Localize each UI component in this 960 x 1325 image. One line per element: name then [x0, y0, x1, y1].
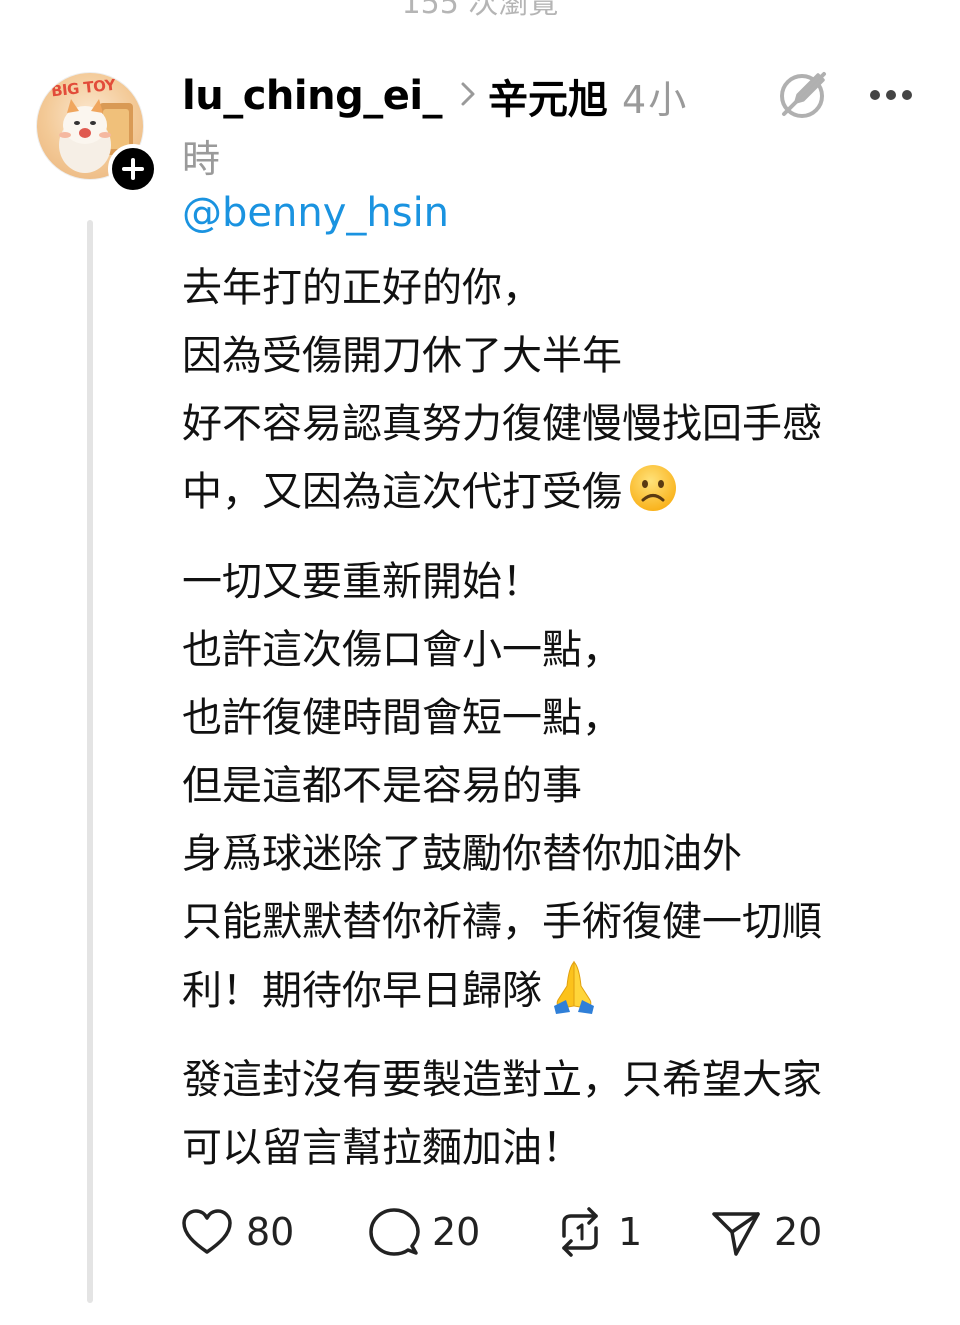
- text-line: 利！期待你早日歸隊: [182, 968, 542, 1014]
- reply-to-user-link[interactable]: 辛元旭: [488, 67, 608, 125]
- like-count: 80: [246, 1210, 295, 1254]
- timestamp-continued: 時: [182, 137, 221, 181]
- more-dots-icon[interactable]: [868, 80, 914, 110]
- comment-button[interactable]: 20: [368, 1200, 480, 1264]
- text-line: 好不容易認真努力復健慢慢找回手感: [182, 401, 822, 447]
- text-line: 可以留言幫拉麵加油！: [182, 1125, 582, 1171]
- text-line: 一切又要重新開始！: [182, 559, 542, 605]
- repost-count: 1: [618, 1210, 643, 1254]
- repost-button[interactable]: 1: [554, 1200, 642, 1264]
- repost-icon: [562, 1207, 598, 1257]
- comment-count: 20: [432, 1210, 481, 1254]
- thread-line: [87, 220, 93, 1303]
- text-line: 發這封沒有要製造對立，只希望大家: [182, 1057, 822, 1103]
- text-line-with-emoji: 利！期待你早日歸隊: [182, 956, 922, 1024]
- heart-icon: [182, 1209, 232, 1254]
- text-line: 去年打的正好的你，: [182, 265, 542, 311]
- mention-link[interactable]: @benny_hsin: [182, 190, 449, 236]
- post-header: lu_ching_ei_ 辛元旭 4小 時: [182, 66, 942, 186]
- username-link[interactable]: lu_ching_ei_: [182, 73, 443, 119]
- comment-bubble-icon: [369, 1208, 420, 1256]
- view-count-cut: 155 次瀏覽: [401, 0, 559, 21]
- header-row: lu_ching_ei_ 辛元旭 4小: [182, 66, 688, 126]
- like-button[interactable]: 80: [180, 1200, 294, 1264]
- paragraph-3: 發這封沒有要製造對立，只希望大家 可以留言幫拉麵加油！: [182, 1046, 922, 1182]
- text-line: 也許這次傷口會小一點，: [182, 627, 622, 673]
- plus-icon: [122, 158, 144, 180]
- text-line: 但是這都不是容易的事: [182, 763, 582, 809]
- follow-button[interactable]: [108, 144, 158, 194]
- paragraph-2: 一切又要重新開始！ 也許這次傷口會小一點， 也許復健時間會短一點， 但是這都不是…: [182, 548, 922, 1024]
- edit-disabled-icon[interactable]: [778, 68, 830, 120]
- share-count: 20: [774, 1210, 823, 1254]
- text-line: 因為受傷開刀休了大半年: [182, 333, 622, 379]
- text-line: 也許復健時間會短一點，: [182, 695, 622, 741]
- sad-face-emoji: [630, 465, 676, 511]
- thread-post-page: 155 次瀏覽 BIG TOY lu_ching_ei_ 辛元旭 4小 時 @b…: [0, 0, 960, 1325]
- post-body: 去年打的正好的你， 因為受傷開刀休了大半年 好不容易認真努力復健慢慢找回手感 中…: [182, 254, 922, 1182]
- send-icon: [712, 1212, 760, 1256]
- chevron-right-icon: [460, 80, 476, 112]
- folded-hands-emoji: [554, 960, 594, 1014]
- text-line: 中，又因為這次代打受傷: [182, 469, 622, 515]
- avatar-container[interactable]: BIG TOY: [36, 72, 158, 194]
- paragraph-1: 去年打的正好的你， 因為受傷開刀休了大半年 好不容易認真努力復健慢慢找回手感 中…: [182, 254, 922, 526]
- text-line: 只能默默替你祈禱，手術復健一切順: [182, 899, 822, 945]
- timestamp: 4小: [622, 77, 689, 122]
- text-line: 身爲球迷除了鼓勵你替你加油外: [182, 831, 742, 877]
- share-button[interactable]: 20: [710, 1200, 822, 1264]
- post-actions: 80 20 1 20: [180, 1200, 920, 1264]
- text-line-with-emoji: 中，又因為這次代打受傷: [182, 458, 922, 526]
